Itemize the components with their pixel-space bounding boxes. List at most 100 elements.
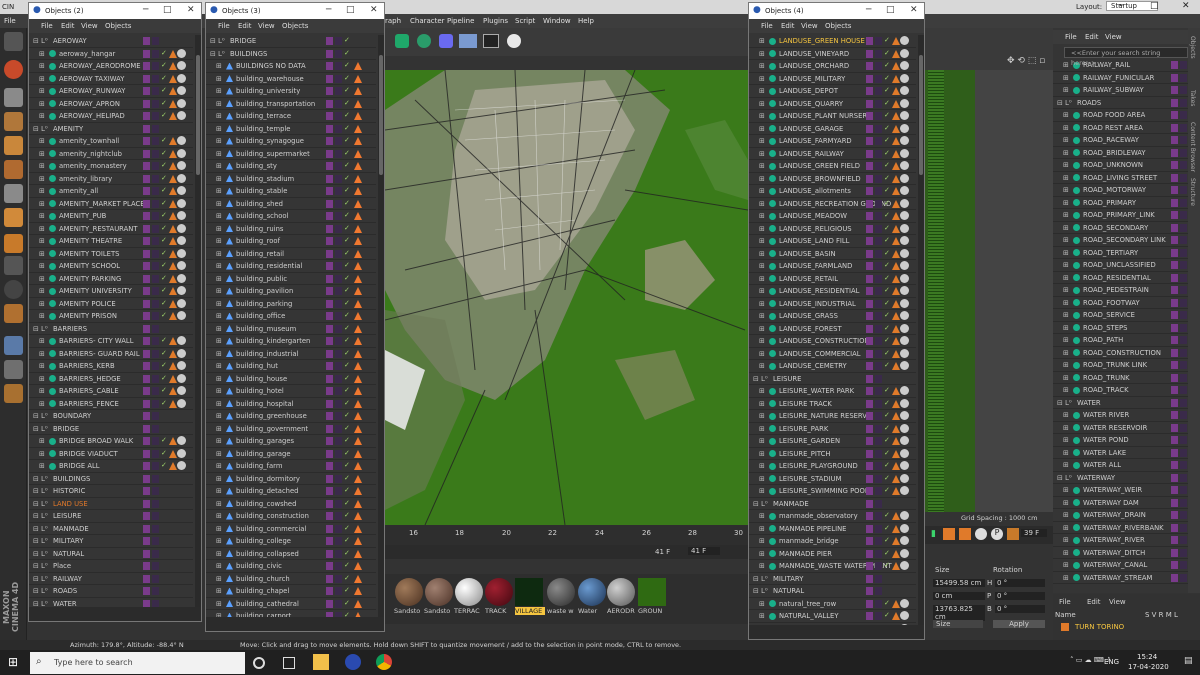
layer-tag-icon[interactable] <box>326 124 333 133</box>
scrollbar[interactable] <box>378 35 384 617</box>
visibility-tag-icon[interactable] <box>152 537 159 545</box>
enabled-check-icon[interactable]: ✓ <box>344 86 350 94</box>
material-tag-icon[interactable] <box>900 98 909 108</box>
object-row[interactable]: ⊟ L⁰ BOUNDARY <box>29 410 193 423</box>
enabled-check-icon[interactable]: ✓ <box>161 336 167 344</box>
layer-tag-icon[interactable] <box>326 99 333 108</box>
material-tag-icon[interactable] <box>900 386 909 395</box>
texture-tag-icon[interactable] <box>169 74 177 83</box>
parameter-icon[interactable]: P <box>991 528 1003 540</box>
object-row[interactable]: ⊞ROAD_RACEWAY✓ <box>1053 134 1188 147</box>
scrollbar-thumb[interactable] <box>196 55 200 175</box>
expand-icon[interactable]: ⊞ <box>1063 511 1069 519</box>
menu-file[interactable]: File <box>4 17 16 25</box>
visibility-tag-icon[interactable] <box>875 387 882 395</box>
layer-tag-icon[interactable] <box>326 324 333 333</box>
minimize-icon[interactable]: ─ <box>1118 1 1123 11</box>
material-tag-icon[interactable] <box>900 148 909 158</box>
texture-tag-icon[interactable] <box>169 49 177 58</box>
layer-tag-icon[interactable] <box>1171 573 1178 582</box>
expand-icon[interactable]: ⊞ <box>1063 299 1069 307</box>
texture-tag-icon[interactable] <box>354 549 362 558</box>
layer-tag-icon[interactable] <box>143 449 150 458</box>
object-row[interactable]: ⊞ AEROWAY_AERODROME ✓ <box>29 60 193 73</box>
object-row[interactable]: ⊞ BARRIERS_KERB ✓ <box>29 360 193 373</box>
horizontal-scrollbar[interactable] <box>206 617 384 631</box>
object-row[interactable]: ⊞WATERWAY_STREAM✓ <box>1053 572 1188 584</box>
texture-tag-icon[interactable] <box>892 299 900 308</box>
expand-icon[interactable]: ⊞ <box>1063 74 1069 82</box>
layer-tag-icon[interactable] <box>1171 136 1178 144</box>
menu-file[interactable]: File <box>761 22 773 30</box>
visibility-tag-icon[interactable] <box>335 174 342 183</box>
visibility-tag-icon[interactable] <box>1180 398 1187 407</box>
polygon-icon[interactable] <box>4 136 23 155</box>
y-field[interactable]: 0 cm <box>933 592 985 600</box>
visibility-tag-icon[interactable] <box>152 174 159 183</box>
material-tag-icon[interactable] <box>900 236 909 245</box>
object-row[interactable]: ⊞ building_church ✓ <box>206 573 376 585</box>
collapse-icon[interactable]: ⊟ <box>753 587 759 595</box>
enabled-check-icon[interactable]: ✓ <box>344 249 350 257</box>
object-row[interactable]: ⊞ building_university ✓ <box>206 85 376 98</box>
object-row[interactable]: ⊞ building_carport ✓ <box>206 610 376 617</box>
texture-tag-icon[interactable] <box>169 287 177 295</box>
expand-icon[interactable]: ⊞ <box>1063 336 1069 344</box>
enabled-check-icon[interactable]: ✓ <box>884 474 890 482</box>
expand-icon[interactable]: ⊞ <box>216 300 222 308</box>
layer-tag-icon[interactable] <box>1171 73 1178 82</box>
tab-objects[interactable]: Objects <box>1189 36 1196 59</box>
layer-tag-icon[interactable] <box>326 362 333 370</box>
enabled-check-icon[interactable]: ✓ <box>884 49 890 57</box>
enabled-check-icon[interactable]: ✓ <box>344 324 350 332</box>
layer-tag-icon[interactable] <box>143 362 150 370</box>
texture-tag-icon[interactable] <box>892 87 900 95</box>
enabled-check-icon[interactable]: ✓ <box>344 211 350 219</box>
h-field[interactable]: 0 ° <box>995 579 1045 587</box>
texture-tag-icon[interactable] <box>169 462 177 470</box>
expand-icon[interactable]: ⊞ <box>759 337 765 345</box>
enabled-check-icon[interactable]: ✓ <box>344 549 350 557</box>
menu-file[interactable]: File <box>1059 598 1071 606</box>
material-tag-icon[interactable] <box>177 186 186 195</box>
visibility-tag-icon[interactable] <box>875 237 882 245</box>
layer-tag-icon[interactable] <box>326 274 333 283</box>
file-explorer-icon[interactable] <box>313 654 329 670</box>
layer-tag-icon[interactable] <box>326 112 333 120</box>
window-title-bar[interactable]: ● Objects (2) ─ □ ✕ <box>29 3 201 19</box>
material-tag-icon[interactable] <box>900 411 909 420</box>
layer-tag-icon[interactable] <box>1171 248 1178 257</box>
expand-icon[interactable]: ⊞ <box>39 137 45 145</box>
enabled-check-icon[interactable]: ✓ <box>884 161 890 169</box>
expand-icon[interactable]: ⊞ <box>1063 549 1069 557</box>
enabled-check-icon[interactable]: ✓ <box>884 536 890 544</box>
expand-icon[interactable]: ⊞ <box>759 450 765 458</box>
object-row[interactable]: ⊞ROAD_SERVICE✓ <box>1053 309 1188 322</box>
visibility-tag-icon[interactable] <box>1180 198 1187 207</box>
texture-tag-icon[interactable] <box>892 199 900 208</box>
enabled-check-icon[interactable]: ✓ <box>344 336 350 344</box>
visibility-tag-icon[interactable] <box>875 574 882 583</box>
enabled-check-icon[interactable]: ✓ <box>344 224 350 232</box>
material-tag-icon[interactable] <box>177 448 186 458</box>
expand-icon[interactable]: ⊞ <box>39 437 45 445</box>
enabled-check-icon[interactable]: ✓ <box>344 261 350 269</box>
material-tag-icon[interactable] <box>900 523 909 533</box>
expand-icon[interactable]: ⊞ <box>759 62 765 70</box>
layer-tag-icon[interactable] <box>866 199 873 208</box>
visibility-tag-icon[interactable] <box>875 212 882 220</box>
expand-icon[interactable]: ⊞ <box>1063 411 1069 419</box>
expand-icon[interactable]: ⊞ <box>759 175 765 183</box>
enabled-check-icon[interactable]: ✓ <box>344 424 350 432</box>
layer-tag-icon[interactable] <box>1171 386 1178 394</box>
layer-tag-icon[interactable] <box>143 62 150 70</box>
tab-takes[interactable]: Takes <box>1189 90 1196 106</box>
visibility-tag-icon[interactable] <box>1180 86 1187 94</box>
visibility-tag-icon[interactable] <box>335 399 342 408</box>
expand-icon[interactable]: ⊞ <box>216 287 222 295</box>
object-row[interactable]: ⊞ROAD_PATH✓ <box>1053 334 1188 347</box>
texture-tag-icon[interactable] <box>892 62 900 70</box>
texture-tag-icon[interactable] <box>892 312 900 320</box>
layer-tag-icon[interactable] <box>866 249 873 258</box>
material-tag-icon[interactable] <box>900 261 909 270</box>
